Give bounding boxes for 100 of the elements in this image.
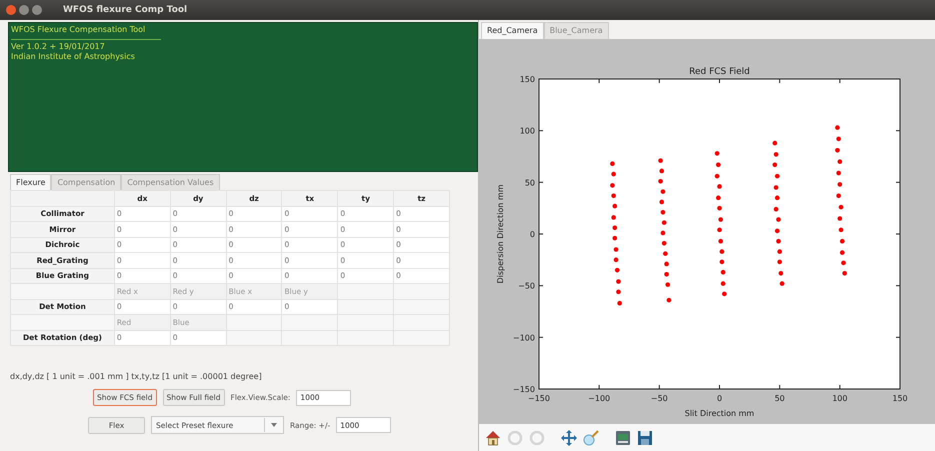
data-point — [836, 170, 841, 176]
data-point — [663, 251, 668, 256]
data-point — [665, 282, 670, 287]
data-point — [716, 196, 721, 200]
data-point — [718, 217, 723, 222]
data-point — [835, 125, 840, 130]
data-point — [716, 162, 721, 168]
y-tick-label: 50 — [524, 178, 535, 188]
minimize-button[interactable] — [19, 5, 29, 15]
data-point — [842, 270, 847, 276]
tab[interactable]: Compensation — [51, 174, 122, 190]
zoom-icon[interactable] — [583, 430, 599, 446]
data-point — [714, 151, 720, 156]
data-point — [777, 249, 782, 254]
data-point — [662, 241, 666, 246]
maximize-button[interactable] — [32, 5, 42, 15]
x-tick-label: 100 — [832, 394, 848, 403]
data-point — [720, 260, 724, 264]
x-tick-label: 0 — [716, 394, 722, 403]
data-point — [778, 270, 784, 276]
data-point — [836, 193, 841, 198]
data-point — [717, 184, 722, 189]
data-point — [658, 158, 663, 163]
data-point — [774, 185, 778, 190]
data-point — [617, 300, 622, 306]
data-point — [717, 206, 722, 210]
tab[interactable]: Flexure — [10, 174, 52, 190]
window-title: WFOS flexure Comp Tool — [63, 5, 188, 15]
data-point — [774, 174, 780, 178]
data-point — [836, 136, 841, 142]
y-tick-label: −150 — [513, 385, 535, 394]
y-tick-label: −100 — [513, 333, 535, 342]
data-point — [774, 228, 780, 234]
data-point — [612, 226, 618, 230]
data-point — [610, 161, 615, 166]
x-axis-label: Slit Direction mm — [684, 409, 754, 418]
data-point — [838, 182, 842, 187]
x-tick-label: −50 — [650, 394, 668, 403]
data-point — [614, 258, 618, 262]
x-tick-label: −150 — [528, 394, 550, 403]
data-point — [616, 290, 621, 294]
banner-text: Indian Institute of Astrophysics — [11, 52, 136, 62]
data-point — [774, 206, 778, 212]
data-point — [776, 217, 781, 222]
data-point — [718, 238, 723, 244]
data-point — [774, 196, 780, 200]
data-point — [772, 140, 778, 146]
data-point — [714, 174, 720, 178]
data-point — [660, 210, 666, 215]
y-tick-label: 0 — [530, 230, 535, 239]
banner-title: WFOS Flexure Compensation Tool — [11, 25, 146, 35]
data-point — [720, 249, 724, 254]
y-tick-label: 100 — [520, 126, 535, 136]
data-point — [776, 238, 781, 244]
caret-icon — [271, 423, 277, 427]
data-point — [720, 281, 726, 286]
data-point — [666, 298, 672, 302]
data-point — [664, 262, 669, 266]
data-point — [720, 270, 726, 275]
x-tick-label: 50 — [774, 394, 785, 403]
close-button[interactable] — [6, 5, 16, 15]
data-point — [841, 260, 846, 266]
configure-icon[interactable] — [615, 430, 631, 446]
data-point — [780, 281, 784, 286]
data-point — [660, 230, 666, 236]
data-point — [774, 152, 778, 157]
data-point — [611, 172, 616, 176]
data-point — [772, 162, 778, 168]
data-point — [659, 168, 664, 174]
tab[interactable]: Blue_Camera — [544, 22, 609, 39]
data-point — [660, 189, 666, 194]
data-point — [612, 236, 618, 240]
data-point — [838, 216, 842, 221]
data-point — [610, 183, 615, 188]
units-note: dx,dy,dz [ 1 unit = .001 mm ] tx,ty,tz [1 unit = .00001 degree] — [10, 372, 263, 381]
chart-title: Red FCS Field — [689, 67, 750, 77]
data-point — [662, 220, 666, 225]
data-point — [611, 193, 616, 198]
y-tick-label: 150 — [520, 75, 535, 84]
data-point — [658, 179, 663, 184]
data-point — [664, 272, 669, 277]
home-icon[interactable] — [485, 430, 501, 446]
data-point — [838, 159, 842, 164]
data-point — [777, 260, 782, 264]
data-point — [612, 204, 618, 208]
y-tick-label: −50 — [518, 282, 535, 291]
move-icon[interactable] — [561, 430, 577, 446]
data-point — [838, 204, 844, 210]
save-icon[interactable] — [637, 430, 653, 446]
tab[interactable]: Compensation Values — [121, 174, 220, 190]
data-point — [840, 238, 845, 244]
data-point — [838, 228, 844, 232]
tab[interactable]: Red_Camera — [481, 22, 544, 39]
data-point — [835, 148, 840, 153]
x-tick-label: 150 — [892, 394, 908, 403]
y-axis-label: Dispersion Direction mm — [496, 184, 505, 284]
data-point — [614, 268, 620, 272]
data-point — [717, 228, 722, 232]
banner-text: Ver 1.0.2 + 19/01/2017 — [11, 42, 106, 52]
data-point — [616, 279, 621, 284]
